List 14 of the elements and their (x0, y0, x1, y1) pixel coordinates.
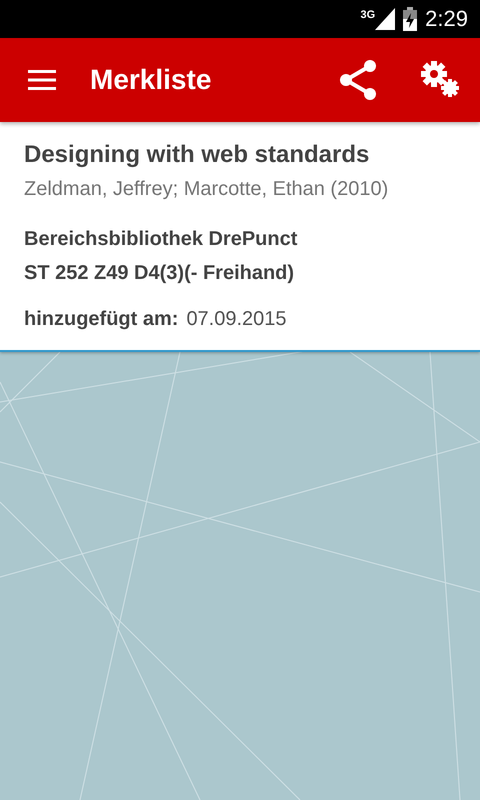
network-type: 3G (360, 10, 376, 21)
book-authors: Zeldman, Jeffrey; Marcotte, Ethan (2010) (24, 177, 390, 202)
shelf-mark: ST 252 Z49 D4(3)(- Freihand) (24, 261, 296, 286)
signal-icon (375, 8, 396, 30)
added-label: hinzugefügt am: (24, 307, 178, 332)
bookmark-card[interactable]: Designing with web standards Zeldman, Jeffrey; Marcotte, Ethan (2010) Bereichsbibliothek DrePunct ST 252 Z49 D4(3)(- Freihand) hinzugefügt am: 07.09.2015 (0, 122, 480, 352)
clock-time: 2:29 (425, 8, 468, 30)
battery-icon (403, 7, 418, 31)
library-name: Bereichsbibliothek DrePunct (24, 227, 298, 252)
book-title: Designing with web standards (24, 140, 370, 170)
menu-icon (28, 70, 56, 90)
toolbar-title: Merkliste (90, 63, 212, 97)
added-date: 07.09.2015 (186, 307, 287, 332)
share-icon (339, 59, 377, 101)
